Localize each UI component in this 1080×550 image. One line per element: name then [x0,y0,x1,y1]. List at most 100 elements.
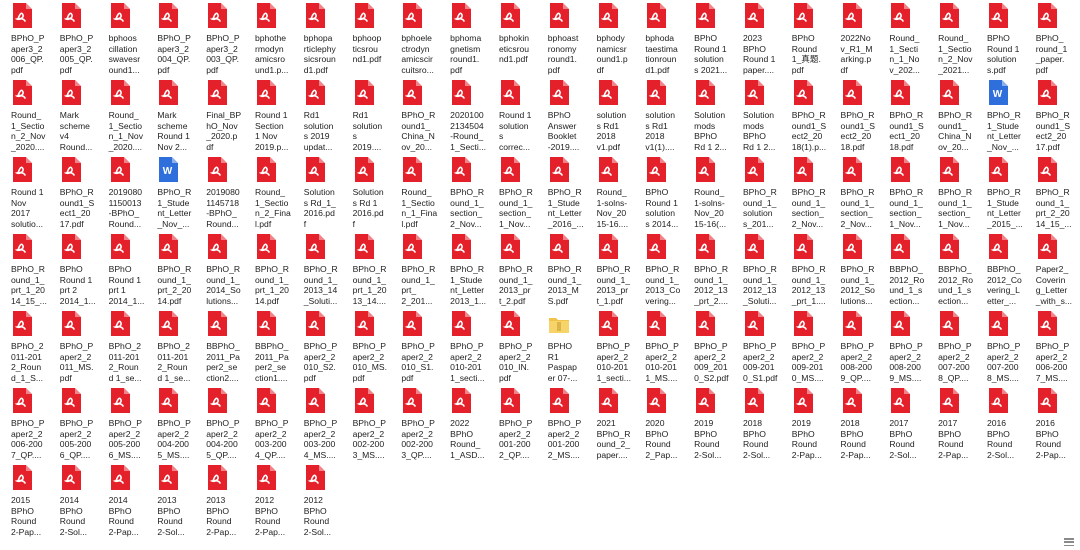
file-item[interactable]: BPhO_R ound_1_ solution s_201... [736,154,785,231]
file-item[interactable]: Solution mods BPhO Rd 1 2... [736,77,785,154]
file-item[interactable]: BBPhO_ 2011_Pa per2_se ction2.... [199,308,248,385]
file-item[interactable]: Round_ 1_Sectio n_2_Nov _2021... [931,0,980,77]
file-item[interactable]: BPhO_R ound1_S ect1_20 17.pdf [53,154,102,231]
file-item[interactable]: BPhO_R ound1_S ect2_20 18(1).p... [785,77,834,154]
file-item[interactable]: BPhO_P aper2_2 007-200 8_MS.... [980,308,1029,385]
file-item[interactable]: Rd1 solution s 2019.... [346,77,395,154]
file-item[interactable]: BPhO_P aper2_2 010-201 1_secti... [443,308,492,385]
file-item[interactable]: BBPhO_ 2011_Pa per2_se ction1.... [248,308,297,385]
file-item[interactable]: BPhO_R ound_1_ prt_1_20 14.pdf [248,231,297,308]
file-item[interactable]: bphoele ctrodyn amicscir cuitsro... [394,0,443,77]
file-item[interactable]: Round_ 1_Sectio n_1_Nov _2020.... [102,77,151,154]
file-item[interactable]: bphopa rticlephy sicsroun d1.pdf [297,0,346,77]
file-item[interactable]: BPhO_P aper3_2 006_QP. pdf [4,0,53,77]
file-item[interactable]: BPhO Round 1 solution s.pdf [980,0,1029,77]
file-item[interactable]: BPhO_R ound_1_ 2012_So lutions... [834,231,883,308]
file-item[interactable]: BBPhO_ 2012_Ro und_1_s ection... [882,231,931,308]
file-item[interactable]: BPhO_R ound_1_ section_ 1_Nov... [931,154,980,231]
file-item[interactable]: BPhO_R 1_Stude nt_Letter 2013_1... [443,231,492,308]
file-item[interactable]: Round 1 Nov 2017 solutio... [4,154,53,231]
file-item[interactable]: bphoos cillation swavesr ound1... [102,0,151,77]
file-item[interactable]: 2017 BPhO Round 2-Sol... [882,385,931,462]
file-item[interactable]: bphoma gnetism round1. pdf [443,0,492,77]
file-item[interactable]: BPhO_P aper2_2 006-200 7_QP.... [4,385,53,462]
file-item[interactable]: Round 1 Section 1 Nov 2019.p... [248,77,297,154]
file-item[interactable]: BPhO_R ound_1_ section_ 2_Nov... [834,154,883,231]
file-item[interactable]: BPhO_R ound_1_ prt_2_20 14_15_... [1029,154,1078,231]
file-item[interactable]: BPhO_R ound_1_ 2013_M S.pdf [541,231,590,308]
file-item[interactable]: 2019 BPhO Round 2-Sol... [687,385,736,462]
file-item[interactable]: bphody namicsr ound1.p df [590,0,639,77]
file-item[interactable]: Solution mods BPhO Rd 1 2... [687,77,736,154]
file-item[interactable]: BPhO_P aper3_2 005_QP. pdf [53,0,102,77]
file-item[interactable]: BPhO_R ound_1_ section_ 2_Nov... [443,154,492,231]
file-item[interactable]: BPhO_P aper2_2 008-200 9_MS.... [882,308,931,385]
file-item[interactable]: bphoast ronomy round1. pdf [541,0,590,77]
file-item[interactable]: Rd1 solution s 2019 updat... [297,77,346,154]
file-item[interactable]: W BPhO_R 1_Stude nt_Letter _Nov_... [150,154,199,231]
file-item[interactable]: BPhO_2 011-201 2_Roun d_1_S... [4,308,53,385]
file-item[interactable]: Solution s Rd 1 2016.pd f [346,154,395,231]
file-item[interactable]: 2012 BPhO Round 2-Sol... [297,462,346,539]
file-item[interactable]: BPhO Round 1 prt 2 2014_1... [53,231,102,308]
file-item[interactable]: Mark scheme v4 Round... [53,77,102,154]
file-item[interactable]: bphokin eticsrou nd1.pdf [492,0,541,77]
folder-item[interactable]: BPHO R1 Paspap er 07-... [541,308,590,385]
file-item[interactable]: BPhO_R ound1_ China_N ov_20... [931,77,980,154]
file-item[interactable]: BPhO_P aper2_2 010-201 1_MS.... [638,308,687,385]
file-item[interactable]: BPhO_R ound_1_ 2013_Co vering... [638,231,687,308]
file-item[interactable]: BPhO_R ound1_ China_N ov_20... [394,77,443,154]
file-item[interactable]: BPhO_R ound_1_ 2012_13 _prt_1.... [785,231,834,308]
file-item[interactable]: 2019080 1150013 -BPhO_ Round... [102,154,151,231]
file-item[interactable]: BPhO_R ound_1_ section_ 1_Nov... [882,154,931,231]
file-item[interactable]: BPhO_P aper2_2 009-201 0_S1.pdf [736,308,785,385]
file-item[interactable]: BPhO_R ound1_S ect2_20 17.pdf [1029,77,1078,154]
file-item[interactable]: bphoda taestima tionroun d1.pdf [638,0,687,77]
file-item[interactable]: BPhO_P aper3_2 003_QP. pdf [199,0,248,77]
file-item[interactable]: 2016 BPhO Round 2-Sol... [980,385,1029,462]
file-item[interactable]: Paper2_ Coverin g_Letter _with_s... [1029,231,1078,308]
file-item[interactable]: BPhO_R ound_1_ 2012_13 _prt_2.... [687,231,736,308]
file-item[interactable]: BPhO_P aper2_2 010_S1. pdf [394,308,443,385]
file-item[interactable]: BPhO_ round_1 _paper. pdf [1029,0,1078,77]
file-item[interactable]: 2021 BPhO_R ound_2_ paper.... [590,385,639,462]
file-item[interactable]: Final_BP hO_Nov _2020.p df [199,77,248,154]
file-item[interactable]: BPhO_P aper2_2 004-200 5_MS.... [150,385,199,462]
file-item[interactable]: Round_ 1_Sectio n_2_Nov _2020.... [4,77,53,154]
file-item[interactable]: 2022 BPhO Round_ 1_ASD... [443,385,492,462]
file-item[interactable]: bphothe rmodyn amicsro und1.p... [248,0,297,77]
file-item[interactable]: 2014 BPhO Round 2-Pap... [102,462,151,539]
file-item[interactable]: BPhO_R ound_1_ 2012_13 _Soluti... [736,231,785,308]
file-item[interactable]: BPhO_R ound_1_ 2014_So lutions... [199,231,248,308]
file-item[interactable]: BPhO_2 011-201 2_Roun d 1_se... [150,308,199,385]
file-item[interactable]: 2013 BPhO Round 2-Pap... [199,462,248,539]
file-item[interactable]: BPhO_P aper2_2 010_MS. pdf [346,308,395,385]
file-item[interactable]: 2012 BPhO Round 2-Pap... [248,462,297,539]
file-item[interactable]: BPhO_P aper2_2 002-200 3_MS.... [346,385,395,462]
file-item[interactable]: BPhO_P aper2_2 005-200 6_MS.... [102,385,151,462]
file-item[interactable]: BPhO_P aper2_2 010-201 1_secti... [590,308,639,385]
file-item[interactable]: BPhO_P aper2_2 001-200 2_MS.... [541,385,590,462]
file-item[interactable]: BPhO_P aper2_2 009_201 0_S2.pdf [687,308,736,385]
file-item[interactable]: Round_ 1-solns- Nov_20 15-16(... [687,154,736,231]
file-item[interactable]: BPhO Round 1 solution s 2014... [638,154,687,231]
file-item[interactable]: Round_ 1_Sectio n_2_Fina l.pdf [248,154,297,231]
file-item[interactable]: BPhO_R 1_Stude nt_Letter _2015_... [980,154,1029,231]
file-item[interactable]: Mark scheme Round 1 Nov 2... [150,77,199,154]
file-item[interactable]: 2019080 1145718 -BPhO_ Round... [199,154,248,231]
file-item[interactable]: BPhO Round 1 solution s 2021... [687,0,736,77]
file-item[interactable]: solution s Rd1 2018 v1(1).... [638,77,687,154]
file-item[interactable]: BPhO_R ound1_S ect2_20 18.pdf [834,77,883,154]
file-item[interactable]: 2020 BPhO Round 2_Pap... [638,385,687,462]
file-item[interactable]: 2014 BPhO Round 2-Sol... [53,462,102,539]
file-item[interactable]: BPhO_R ound_1_ section_ 2_Nov... [785,154,834,231]
file-item[interactable]: BPhO_R ound_1_ prt_2_20 14.pdf [150,231,199,308]
file-item[interactable]: BPhO Round 1_真题. pdf [785,0,834,77]
file-item[interactable]: BPhO_P aper3_2 004_QP. pdf [150,0,199,77]
file-item[interactable]: 2015 BPhO Round 2-Pap... [4,462,53,539]
file-item[interactable]: Round_ 1-solns- Nov_20 15-16.... [590,154,639,231]
file-item[interactable]: BPhO_P aper2_2 005-200 6_QP.... [53,385,102,462]
file-item[interactable]: BBPhO_ 2012_Co vering_L etter_... [980,231,1029,308]
file-item[interactable]: BPhO_R ound_1_ prt_ 2_201... [394,231,443,308]
file-item[interactable]: Round 1 solution s correc... [492,77,541,154]
